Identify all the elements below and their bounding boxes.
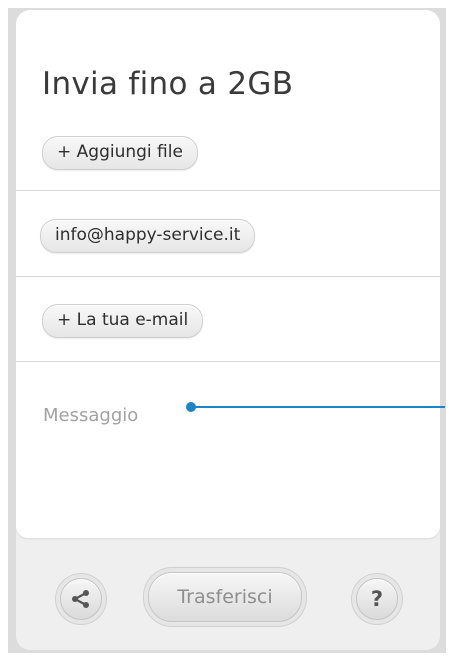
transfer-button[interactable]: Trasferisci	[148, 572, 302, 622]
your-email-button[interactable]: + La tua e-mail	[42, 304, 204, 338]
pointer-line	[195, 406, 445, 408]
share-icon	[72, 590, 89, 608]
transfer-form: Invia fino a 2GB + Aggiungi file info@ha…	[16, 10, 440, 538]
divider	[16, 276, 440, 277]
page-title: Invia fino a 2GB	[42, 66, 294, 102]
help-button[interactable]: ?	[356, 578, 398, 620]
share-button[interactable]	[60, 578, 102, 620]
divider	[16, 190, 440, 191]
message-field[interactable]: Messaggio	[43, 405, 138, 426]
help-icon: ?	[370, 587, 384, 611]
recipient-email-chip[interactable]: info@happy-service.it	[40, 219, 256, 253]
divider	[16, 361, 440, 362]
upload-panel: Invia fino a 2GB + Aggiungi file info@ha…	[16, 10, 440, 650]
add-files-button[interactable]: + Aggiungi file	[42, 136, 198, 170]
